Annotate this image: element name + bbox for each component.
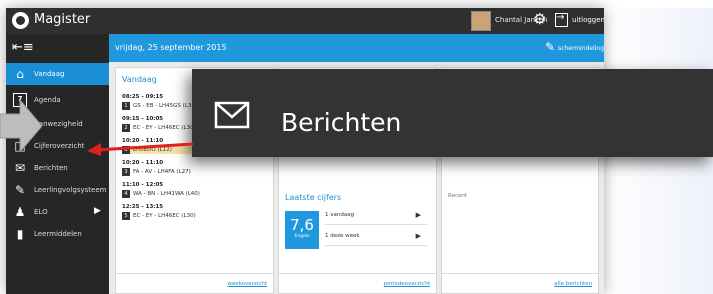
section-label: Recent xyxy=(448,193,468,199)
sidebar-item-vandaag[interactable]: ⌂ Vandaag xyxy=(6,63,109,85)
pencil-icon[interactable]: ✎ xyxy=(545,40,555,54)
grade-tile[interactable]: 7,6 Engels xyxy=(285,211,319,249)
sidebar-item-leerlingvolgsysteem[interactable]: ✎ Leerlingvolgsysteem xyxy=(6,179,109,201)
current-date: vrijdag, 25 september 2015 xyxy=(115,43,227,52)
sidebar-item-label: Leerlingvolgsysteem xyxy=(34,186,107,194)
envelope-icon: ✉ xyxy=(14,161,26,175)
gray-callout-arrow xyxy=(0,100,42,152)
app-title: Magister xyxy=(34,12,91,27)
sidebar-item-berichten[interactable]: ✉ Berichten xyxy=(6,157,109,179)
sidebar-item-label: Leermiddelen xyxy=(34,230,82,238)
layout-button[interactable]: schermindeling xyxy=(558,45,604,52)
books-icon: ▮ xyxy=(16,227,24,241)
latest-grades-section: Laatste cijfers 7,6 Engels 1 vandaag ▶ 1 … xyxy=(279,186,436,272)
sidebar-item-label: Vandaag xyxy=(34,70,65,78)
list-item[interactable]: 11:10 - 12:05 4 WA - BN - LH41WA (L40) xyxy=(122,182,272,198)
users-icon: ♟ xyxy=(14,205,26,219)
panel-footer: weekoverzicht xyxy=(116,273,273,293)
zoomed-label: Berichten xyxy=(281,108,402,137)
weekoverzicht-link[interactable]: weekoverzicht xyxy=(227,281,267,287)
sidebar-item-label: ELO xyxy=(34,208,48,216)
panel-title: Vandaag xyxy=(122,75,157,84)
avatar[interactable] xyxy=(471,11,491,31)
menu-icon[interactable]: ⇤≡ xyxy=(6,34,109,62)
panel-footer: alle berichten xyxy=(442,273,598,293)
logout-icon[interactable] xyxy=(555,12,568,27)
tracking-icon: ✎ xyxy=(14,183,26,197)
sidebar-item-leermiddelen[interactable]: ▮ Leermiddelen xyxy=(6,223,109,245)
chevron-right-icon: ▶ xyxy=(415,232,421,240)
magister-logo-icon xyxy=(12,12,29,29)
sidebar: ⇤≡ ⌂ Vandaag 7 Agenda ◷ Aanwezigheid □ C… xyxy=(6,34,109,294)
list-item[interactable]: 1 deze week ▶ xyxy=(325,228,427,246)
sidebar-item-elo[interactable]: ♟ ELO ▶ xyxy=(6,201,109,223)
date-bar: vrijdag, 25 september 2015 ✎ schermindel… xyxy=(109,34,604,62)
section-title: Laatste cijfers xyxy=(285,193,342,202)
panel-footer: periodeoverzicht xyxy=(279,273,436,293)
envelope-icon xyxy=(214,101,250,129)
list-item[interactable]: 10:20 - 11:10 3 FA - AV - LH4FA (L27) xyxy=(122,160,272,176)
screenshot-stage: { "app": { "title": "Magister" }, "user"… xyxy=(0,0,713,294)
zoomed-berichten-callout: Berichten xyxy=(192,69,713,157)
periodeoverzicht-link[interactable]: periodeoverzicht xyxy=(384,281,430,287)
list-item[interactable]: 1 vandaag ▶ xyxy=(325,207,427,225)
alle-berichten-link[interactable]: alle berichten xyxy=(554,281,592,287)
chevron-right-icon: ▶ xyxy=(415,211,421,219)
chevron-right-icon: ▶ xyxy=(94,206,101,216)
logout-button[interactable]: uitloggen xyxy=(572,16,604,24)
home-icon: ⌂ xyxy=(16,67,24,81)
top-bar: Magister Chantal Janzen ⚙ uitloggen xyxy=(6,8,604,34)
gear-icon[interactable]: ⚙ xyxy=(533,12,546,27)
red-pointer-arrow xyxy=(87,142,194,156)
list-item[interactable]: 12:25 - 13:15 5 EC - EY - LH46EC (L30) xyxy=(122,204,272,220)
sidebar-item-label: Berichten xyxy=(34,164,68,172)
